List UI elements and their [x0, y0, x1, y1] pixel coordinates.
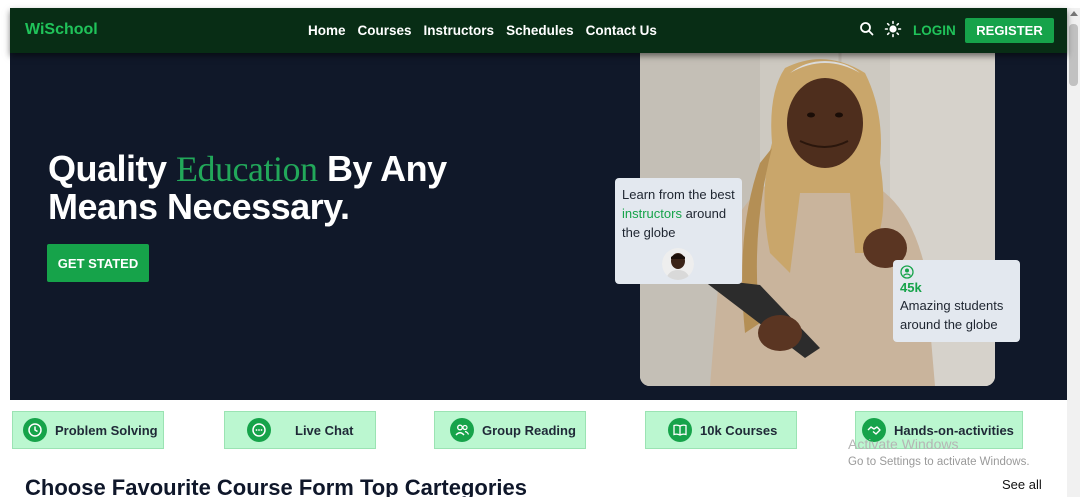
nav-link-schedules[interactable]: Schedules: [506, 23, 574, 38]
user-icon: [900, 265, 914, 279]
students-card-text: Amazing students around the globe: [900, 298, 1004, 332]
nav-link-courses[interactable]: Courses: [358, 23, 412, 38]
top-strip: [0, 0, 1080, 8]
clock-icon: [23, 418, 47, 442]
feature-label: Problem Solving: [55, 422, 158, 438]
feature-group-reading[interactable]: Group Reading: [434, 411, 586, 449]
scroll-thumb[interactable]: [1069, 24, 1078, 86]
hero-title: Quality Education By Any Means Necessary…: [48, 150, 518, 226]
logo[interactable]: WiSchool: [25, 21, 98, 39]
hero-section: Quality Education By Any Means Necessary…: [10, 53, 1067, 400]
chat-icon: [247, 418, 271, 442]
search-icon[interactable]: [858, 20, 876, 38]
instructors-card: Learn from the best instructors around t…: [615, 178, 742, 284]
windows-watermark-text: Go to Settings to activate Windows.: [848, 456, 1030, 468]
see-all-link[interactable]: See all: [1002, 477, 1042, 492]
nav-links: Home Courses Instructors Schedules Conta…: [308, 23, 657, 38]
get-started-button[interactable]: GET STATED: [47, 244, 149, 282]
book-icon: [668, 418, 692, 442]
navbar: WiSchool Home Courses Instructors Schedu…: [10, 8, 1067, 53]
feature-problem-solving[interactable]: Problem Solving: [12, 411, 164, 449]
users-icon: [450, 418, 474, 442]
feature-label: 10k Courses: [700, 422, 778, 438]
hero-title-accent: Education: [176, 149, 318, 189]
nav-link-home[interactable]: Home: [308, 23, 346, 38]
nav-link-contact[interactable]: Contact Us: [586, 23, 657, 38]
instructors-card-accent: instructors: [622, 206, 682, 221]
sun-icon[interactable]: [884, 20, 902, 38]
instructor-avatar: [662, 248, 694, 280]
register-button[interactable]: REGISTER: [965, 18, 1054, 43]
windows-watermark-title: Activate Windows: [848, 436, 959, 452]
login-link[interactable]: LOGIN: [913, 23, 956, 38]
nav-link-instructors[interactable]: Instructors: [424, 23, 495, 38]
scroll-up-arrow-icon[interactable]: [1070, 11, 1078, 16]
feature-live-chat[interactable]: Live Chat: [224, 411, 376, 449]
scrollbar[interactable]: [1067, 8, 1080, 497]
feature-courses[interactable]: 10k Courses: [645, 411, 797, 449]
feature-label: Live Chat: [295, 422, 354, 438]
hero-title-part1: Quality: [48, 148, 177, 189]
feature-label: Group Reading: [482, 422, 576, 438]
section-title: Choose Favourite Course Form Top Cartego…: [25, 475, 528, 497]
instructors-card-text1: Learn from the best: [622, 187, 735, 202]
features-section: Problem Solving Live Chat Group Reading …: [0, 400, 1080, 497]
students-card: 45k Amazing students around the globe: [893, 260, 1020, 342]
students-count: 45k: [900, 280, 922, 295]
